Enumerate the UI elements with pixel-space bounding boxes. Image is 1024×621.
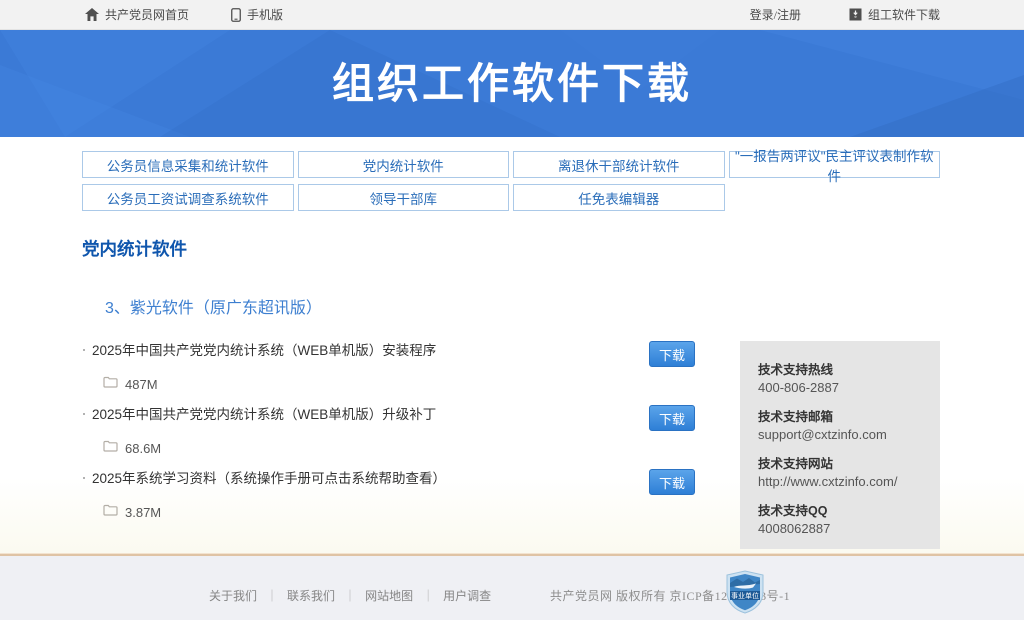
footer-link-about[interactable]: 关于我们	[209, 587, 257, 604]
main-content: 公务员信息采集和统计软件 党内统计软件 离退休干部统计软件 "一报告两评议"民主…	[0, 137, 1024, 553]
support-panel: 技术支持热线 400-806-2887 技术支持邮箱 support@cxtzi…	[740, 341, 940, 549]
footer: 关于我们 ｜ 联系我们 ｜ 网站地图 ｜ 用户调查 共产党员网 版权所有 京IC…	[0, 556, 1024, 620]
support-website-value: http://www.cxtzinfo.com/	[758, 474, 898, 489]
download-button[interactable]: 下载	[649, 341, 695, 367]
support-hotline-label: 技术支持热线	[758, 363, 834, 377]
download-item-head: 2025年系统学习资料（系统操作手册可点击系统帮助查看） 下载	[82, 469, 740, 495]
content-row: 2025年中国共产党党内统计系统（WEB单机版）安装程序 下载 487M 202…	[82, 341, 940, 549]
nav-button-leading-cadre-db[interactable]: 领导干部库	[297, 184, 509, 211]
login-register-link[interactable]: 登录/注册	[750, 6, 801, 23]
footer-link-separator: ｜	[344, 589, 357, 603]
footer-link-sitemap[interactable]: 网站地图	[365, 587, 413, 604]
page-title: 组织工作软件下载	[331, 60, 692, 107]
download-item-head: 2025年中国共产党党内统计系统（WEB单机版）升级补丁 下载	[82, 405, 740, 431]
support-qq-label: 技术支持QQ	[758, 504, 828, 518]
subsection-title: 3、紫光软件（原广东超讯版）	[105, 300, 322, 317]
nav-button-retired-cadre-statistics[interactable]: 离退休干部统计软件	[513, 151, 725, 178]
mobile-link-label: 手机版	[247, 8, 284, 22]
folder-icon	[103, 375, 118, 393]
software-category-nav: 公务员信息采集和统计软件 党内统计软件 离退休干部统计软件 "一报告两评议"民主…	[82, 137, 940, 211]
nav-button-civil-servant-salary-survey[interactable]: 公务员工资试调查系统软件	[82, 184, 294, 211]
home-icon	[85, 8, 99, 21]
support-qq: 技术支持QQ 4008062887	[758, 503, 922, 537]
banner: 组织工作软件下载	[0, 30, 1024, 137]
login-register-label: 登录/注册	[749, 8, 801, 22]
nav-button-appointment-form-editor[interactable]: 任免表编辑器	[513, 184, 725, 211]
support-email: 技术支持邮箱 support@cxtzinfo.com	[758, 409, 922, 443]
support-website-label: 技术支持网站	[758, 457, 834, 471]
software-download-link[interactable]: 组工软件下载	[849, 6, 940, 23]
phone-icon	[231, 7, 241, 22]
download-button[interactable]: 下载	[649, 469, 695, 495]
footer-link-separator: ｜	[422, 589, 435, 603]
download-item-meta: 3.87M	[103, 504, 740, 520]
section-title: 党内统计软件	[82, 239, 187, 259]
footer-links: 关于我们 ｜ 联系我们 ｜ 网站地图 ｜ 用户调查	[209, 587, 491, 604]
support-hotline: 技术支持热线 400-806-2887	[758, 362, 922, 396]
footer-link-survey[interactable]: 用户调查	[443, 587, 491, 604]
footer-link-separator: ｜	[266, 589, 279, 603]
download-item-title: 2025年中国共产党党内统计系统（WEB单机版）升级补丁	[92, 407, 437, 422]
folder-icon	[103, 439, 118, 457]
folder-icon	[103, 503, 118, 521]
support-hotline-value: 400-806-2887	[758, 380, 839, 395]
support-qq-value: 4008062887	[758, 521, 831, 536]
list-bullet	[83, 413, 85, 415]
download-item-meta: 68.6M	[103, 440, 740, 456]
support-email-value: support@cxtzinfo.com	[758, 427, 887, 442]
list-bullet	[83, 477, 85, 479]
topbar-right: 登录/注册 组工软件下载	[750, 6, 940, 23]
download-tray-icon	[849, 8, 862, 21]
home-link-label: 共产党员网首页	[105, 8, 190, 22]
support-email-label: 技术支持邮箱	[758, 410, 834, 424]
nav-button-report-review-form[interactable]: "一报告两评议"民主评议表制作软件	[728, 149, 940, 184]
download-item-meta: 487M	[103, 376, 740, 392]
public-institution-badge[interactable]: 事业单位	[723, 570, 767, 614]
list-bullet	[83, 349, 85, 351]
software-download-label: 组工软件下载	[867, 8, 940, 22]
footer-link-contact[interactable]: 联系我们	[287, 587, 335, 604]
topbar-inner: 共产党员网首页 手机版 登录/注册 组工软件下载	[0, 0, 1024, 29]
topbar: 共产党员网首页 手机版 登录/注册 组工软件下载	[0, 0, 1024, 30]
download-item-head: 2025年中国共产党党内统计系统（WEB单机版）安装程序 下载	[82, 341, 740, 367]
nav-button-party-statistics[interactable]: 党内统计软件	[297, 151, 509, 178]
topbar-left: 共产党员网首页 手机版	[85, 6, 283, 23]
support-website: 技术支持网站 http://www.cxtzinfo.com/	[758, 456, 922, 490]
download-item: 2025年系统学习资料（系统操作手册可点击系统帮助查看） 下载 3.87M	[82, 469, 740, 520]
download-item-title: 2025年系统学习资料（系统操作手册可点击系统帮助查看）	[92, 471, 447, 486]
badge-label: 事业单位	[731, 591, 759, 600]
file-size: 68.6M	[125, 440, 162, 456]
nav-button-civil-servant-info[interactable]: 公务员信息采集和统计软件	[82, 151, 294, 178]
home-link[interactable]: 共产党员网首页	[85, 6, 189, 23]
download-button[interactable]: 下载	[649, 405, 695, 431]
mobile-link[interactable]: 手机版	[231, 6, 283, 23]
page: 共产党员网首页 手机版 登录/注册 组工软件下载 组织工作软件下载 公务员信息采…	[0, 0, 1024, 621]
download-item: 2025年中国共产党党内统计系统（WEB单机版）升级补丁 下载 68.6M	[82, 405, 740, 456]
download-list: 2025年中国共产党党内统计系统（WEB单机版）安装程序 下载 487M 202…	[82, 341, 740, 549]
file-size: 487M	[125, 376, 158, 392]
file-size: 3.87M	[125, 504, 162, 520]
download-item-title: 2025年中国共产党党内统计系统（WEB单机版）安装程序	[92, 343, 437, 358]
download-item: 2025年中国共产党党内统计系统（WEB单机版）安装程序 下载 487M	[82, 341, 740, 392]
